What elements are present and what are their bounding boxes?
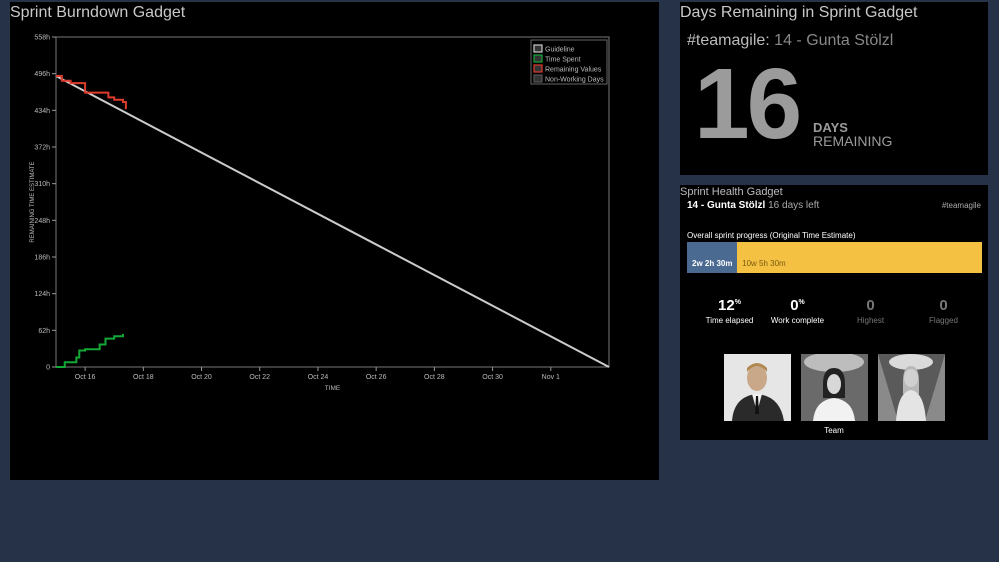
x-tick-label: Oct 20 — [191, 374, 212, 381]
days-left: 16 days left — [768, 200, 820, 211]
legend-label: Guideline — [545, 47, 575, 54]
series-remaining-values — [56, 75, 127, 110]
x-tick-label: Oct 16 — [75, 374, 96, 381]
y-tick-label: 124h — [34, 291, 50, 298]
y-tick-label: 0 — [46, 365, 50, 372]
health-gadget-title: Sprint Health Gadget — [680, 186, 783, 198]
progress-remaining-text: 10w 5h 30m — [742, 259, 786, 268]
x-tick-label: Oct 30 — [482, 374, 503, 381]
progress-done-text: 2w 2h 30m — [692, 259, 733, 268]
health-sprint-name: 14 - Gunta Stölzl — [687, 200, 766, 211]
team-tag: #teamagile: — [687, 32, 770, 49]
metric-label: Highest — [856, 316, 885, 325]
y-tick-label: 558h — [34, 35, 50, 42]
sprint-health-gadget: Sprint Health Gadget 14 - Gunta Stölzl 1… — [680, 185, 988, 440]
team-member-avatar[interactable] — [878, 354, 945, 421]
legend-label: Non-Working Days — [545, 77, 604, 84]
metric-value: 12% — [718, 297, 741, 314]
metric-work-complete: 0% Work complete — [761, 297, 834, 325]
sprint-name: 14 - Gunta Stölzl — [774, 32, 894, 49]
x-tick-label: Oct 26 — [366, 374, 387, 381]
x-tick-label: Nov 1 — [542, 374, 560, 381]
y-tick-label: 62h — [38, 328, 50, 335]
y-tick-label: 372h — [34, 145, 50, 152]
legend-swatch — [533, 64, 543, 73]
x-axis-label: TIME — [325, 385, 341, 392]
team-member-avatar[interactable] — [801, 354, 868, 421]
days-remaining-number: 16 — [694, 48, 802, 160]
remaining-word: REMAINING — [813, 133, 893, 149]
y-tick-label: 248h — [34, 218, 50, 225]
progress-label: Overall sprint progress (Original Time E… — [687, 231, 856, 240]
series-time-spent — [56, 333, 124, 368]
metric-value: 0% — [790, 297, 805, 314]
legend-swatch — [533, 54, 543, 63]
y-tick-label: 186h — [34, 255, 50, 262]
health-team-tag[interactable]: #teamagile — [942, 201, 981, 210]
legend-swatch — [533, 44, 543, 53]
metric-value: 0 — [866, 297, 875, 314]
x-tick-label: Oct 18 — [133, 374, 154, 381]
legend-swatch — [533, 74, 543, 83]
burndown-gadget-title: Sprint Burndown Gadget — [10, 4, 186, 21]
progress-remaining-segment: 10w 5h 30m — [737, 242, 982, 273]
metric-label: Time elapsed — [705, 316, 754, 325]
plot-frame — [55, 36, 610, 368]
x-tick-label: Oct 24 — [308, 374, 329, 381]
team-label: Team — [824, 426, 844, 435]
y-tick-label: 434h — [34, 108, 50, 115]
y-axis-label: REMAINING TIME ESTIMATE — [30, 161, 36, 242]
burndown-chart: 0 62h 124h 186h 248h 310h 372h 434h 496h 558h Oct … — [30, 35, 610, 392]
y-tick-label: 310h — [34, 181, 50, 188]
health-sprint-line: 14 - Gunta Stölzl 16 days left — [687, 200, 819, 211]
metric-highest: 0 Highest — [834, 297, 907, 325]
x-tick-label: Oct 22 — [249, 374, 270, 381]
legend-label: Time Spent — [545, 57, 581, 64]
y-tick-label: 496h — [34, 71, 50, 78]
metric-label: Work complete — [770, 316, 825, 325]
legend-label: Remaining Values — [545, 67, 602, 74]
metric-value: 0 — [939, 297, 948, 314]
days-remaining-gadget: Days Remaining in Sprint Gadget #teamagi… — [680, 2, 988, 175]
metric-label: Flagged — [929, 316, 958, 325]
sprint-progress-bar: 2w 2h 30m 10w 5h 30m — [687, 242, 982, 273]
metric-time-elapsed: 12% Time elapsed — [693, 297, 766, 325]
team-member-avatar[interactable] — [724, 354, 791, 421]
metric-flagged: 0 Flagged — [907, 297, 980, 325]
progress-done-segment: 2w 2h 30m — [687, 242, 738, 273]
days-gadget-title: Days Remaining in Sprint Gadget — [680, 4, 918, 21]
series-guideline — [55, 75, 610, 368]
sprint-burndown-gadget: 0 62h 124h 186h 248h 310h 372h 434h 496h 558h Oct … — [10, 2, 659, 480]
x-tick-label: Oct 28 — [424, 374, 445, 381]
